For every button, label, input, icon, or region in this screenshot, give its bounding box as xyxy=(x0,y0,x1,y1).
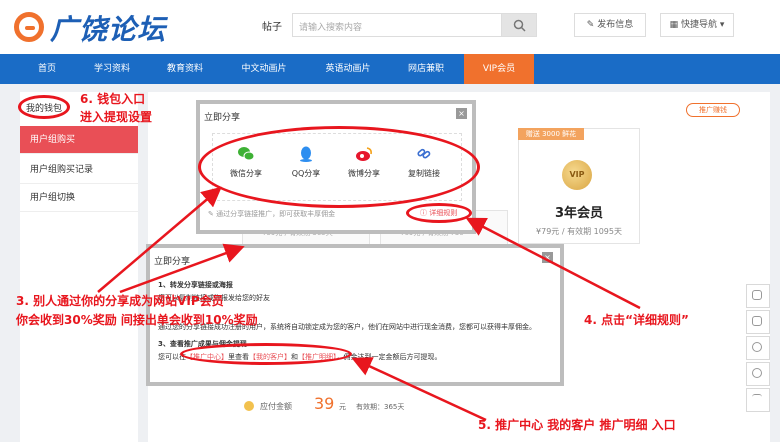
arrow-to-share-options xyxy=(97,186,222,293)
arrow-to-rules-link xyxy=(465,217,641,310)
arrow-to-rules-dialog xyxy=(119,243,245,294)
annotation-arrows xyxy=(97,186,641,422)
arrow-to-links xyxy=(351,357,487,422)
